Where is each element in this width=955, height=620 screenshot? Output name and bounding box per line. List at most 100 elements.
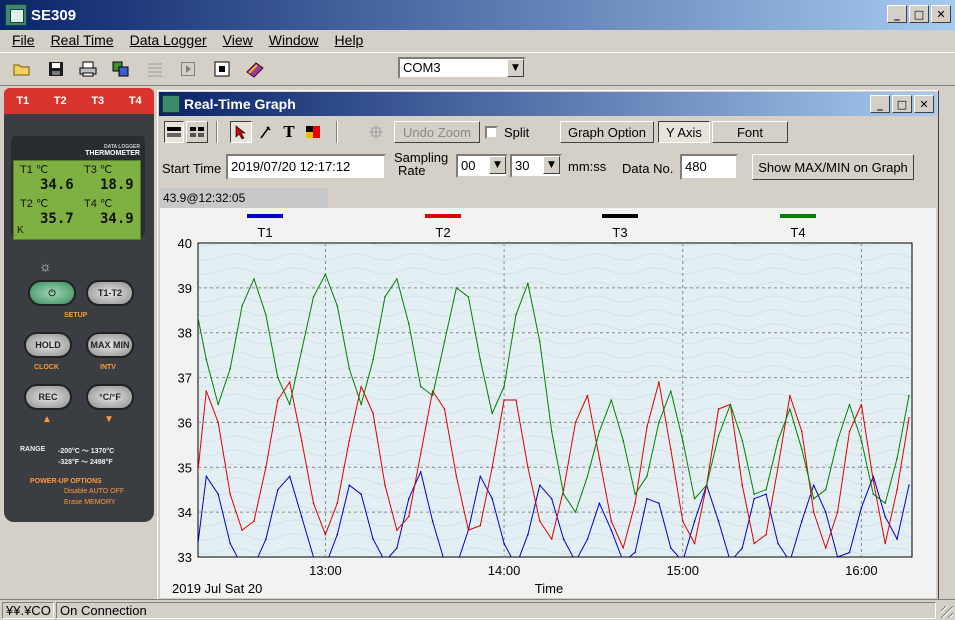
menu-view[interactable]: View [215,32,261,48]
marker-pick-icon[interactable] [254,121,276,143]
data-point-t1 [396,547,398,549]
data-point-t2 [336,502,339,505]
data-point-t4 [598,430,601,433]
data-point-t4 [408,322,410,325]
split-checkbox[interactable]: Split [484,121,544,143]
com-port-select[interactable]: COM3 ▼ [398,57,526,79]
date-label: 2019 Jul Sat 20 [172,581,262,596]
crosshair-icon[interactable] [364,121,388,143]
copy-icon[interactable] [111,60,131,78]
lcd-t3-value: 18.9 [100,177,134,193]
data-point-t2 [860,403,863,406]
data-point-t2 [693,542,696,545]
data-point-t4 [467,296,470,298]
down-arrow-icon: ▼ [104,414,114,425]
legend-swatch-t2 [425,214,461,218]
data-point-t2 [479,524,482,527]
data-point-t4 [777,439,779,442]
data-point-t1 [789,561,791,563]
chevron-down-icon[interactable]: ▼ [507,59,524,77]
y-axis-button[interactable]: Y Axis [658,121,710,143]
layout-multi-icon[interactable] [186,121,208,143]
toolbar-separator [336,121,338,143]
menu-help[interactable]: Help [327,32,372,48]
graph-minimize-button[interactable]: _ [870,95,890,113]
status-pane-code: ¥¥.¥CO [2,602,54,619]
data-point-t4 [396,278,398,280]
grid-icon[interactable] [145,60,165,78]
menu-window[interactable]: Window [261,32,327,48]
graph-option-button[interactable]: Graph Option [560,121,654,143]
minimize-button[interactable]: _ [887,5,907,23]
rate-minutes-select[interactable]: 00 ▼ [456,154,508,178]
save-icon[interactable] [46,60,66,78]
data-point-t2 [515,399,517,401]
rate-minutes-value: 00 [461,158,476,173]
data-point-t4 [324,273,327,276]
data-point-t1 [598,502,601,505]
start-time-field[interactable]: 2019/07/20 12:17:12 [226,154,386,180]
graph-maximize-button[interactable]: □ [892,95,912,113]
book-icon[interactable] [245,60,265,78]
lcd-t1-value: 34.6 [40,177,74,193]
y-tick-label: 38 [178,326,192,341]
y-tick-label: 36 [178,415,192,430]
data-point-t2 [384,484,386,487]
data-point-t2 [884,542,886,545]
menu-real-time[interactable]: Real Time [43,32,122,48]
max-min-button: MAX MIN [86,332,134,358]
data-point-t2 [681,520,684,522]
data-point-t2 [646,426,648,428]
device-tab-t3: T3 [91,95,105,107]
stop-icon[interactable] [212,60,232,78]
data-point-t1 [431,520,434,522]
print-icon[interactable] [78,60,98,78]
rate-seconds-select[interactable]: 30 ▼ [510,154,562,178]
data-point-t4 [765,488,767,491]
undo-zoom-button[interactable]: Undo Zoom [394,121,480,143]
pointer-arrow-icon[interactable] [230,121,252,143]
color-palette-icon[interactable] [302,121,324,143]
chevron-down-icon[interactable]: ▼ [489,156,506,174]
graph-window-title-bar[interactable]: Real-Time Graph _ □ ✕ [159,92,937,116]
close-button[interactable]: ✕ [931,5,951,23]
resize-grip-icon[interactable] [941,606,953,618]
data-point-t4 [622,439,624,442]
graph-close-button[interactable]: ✕ [914,95,934,113]
maximize-button[interactable]: □ [909,5,929,23]
chevron-down-icon[interactable]: ▼ [543,156,560,174]
font-button[interactable]: Font [712,121,788,143]
data-point-t2 [360,385,362,388]
power-button: ⏻ [28,280,76,306]
temperature-chart[interactable]: T1 T2 T3 T4 33 34 35 36 37 38 39 40 13:00 14:00 15:00… [160,208,936,598]
menu-data-logger[interactable]: Data Logger [122,32,215,48]
data-point-t1 [527,533,529,536]
data-point-t1 [300,515,303,518]
data-no-field[interactable]: 480 [680,154,738,180]
data-point-t4 [789,408,791,410]
start-time-label: Start Time [162,161,222,176]
layout-single-icon[interactable] [164,121,184,143]
app-title-bar[interactable]: SE309 _ □ ✕ [0,0,955,30]
chart-area[interactable]: T1 T2 T3 T4 33 34 35 36 37 38 39 40 13:00 14:00 15:00… [160,208,936,598]
x-tick-label: 13:00 [309,563,342,578]
data-point-t4 [717,435,720,437]
text-tool-icon[interactable]: T [278,121,300,143]
data-point-t4 [360,403,362,406]
data-point-t1 [241,565,243,567]
show-max-min-button[interactable]: Show MAX/MIN on Graph [752,154,914,180]
y-tick-label: 39 [178,281,192,296]
data-point-t1 [586,538,589,540]
open-folder-icon[interactable] [12,60,32,78]
data-point-t4 [515,314,517,316]
data-point-t1 [550,497,553,500]
rate-unit-label: mm:ss [568,159,607,174]
data-point-t2 [503,399,505,401]
split-checkbox-box[interactable] [485,125,498,139]
data-point-t2 [670,448,672,451]
data-point-t2 [527,466,529,469]
device-tab-t1: T1 [16,95,30,107]
play-icon[interactable] [178,60,198,78]
menu-file[interactable]: File [4,32,43,48]
menu-bar: File Real Time Data Logger View Window H… [0,30,955,50]
